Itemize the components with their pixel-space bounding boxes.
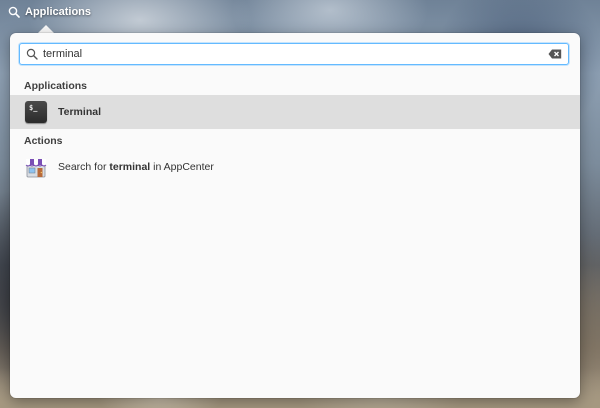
search-icon (25, 47, 39, 61)
action-prefix: Search for (58, 161, 110, 173)
action-query: terminal (109, 161, 151, 173)
section-header-actions: Actions (24, 135, 63, 147)
result-terminal[interactable]: $_ Terminal (10, 95, 580, 129)
terminal-icon-prompt: $_ (29, 104, 38, 112)
result-terminal-label: Terminal (58, 106, 101, 118)
popover-arrow (38, 25, 54, 33)
search-icon (8, 6, 20, 18)
appcenter-store-icon (25, 156, 47, 178)
backspace-clear-icon[interactable] (547, 47, 563, 61)
app-launcher-popover: Applications $_ Terminal Actions (10, 33, 580, 398)
result-search-appcenter-label: Search for terminal in AppCenter (58, 161, 214, 173)
search-field[interactable] (19, 43, 569, 65)
result-search-appcenter[interactable]: Search for terminal in AppCenter (10, 150, 580, 184)
action-suffix: in AppCenter (150, 161, 214, 173)
applications-menu-button[interactable]: Applications (8, 0, 91, 24)
applications-menu-label: Applications (25, 6, 92, 18)
section-header-applications: Applications (24, 80, 88, 92)
top-panel: Applications (0, 0, 600, 24)
terminal-icon: $_ (25, 101, 47, 123)
search-input[interactable] (43, 45, 547, 63)
desktop-background: Applications Applications (0, 0, 600, 408)
